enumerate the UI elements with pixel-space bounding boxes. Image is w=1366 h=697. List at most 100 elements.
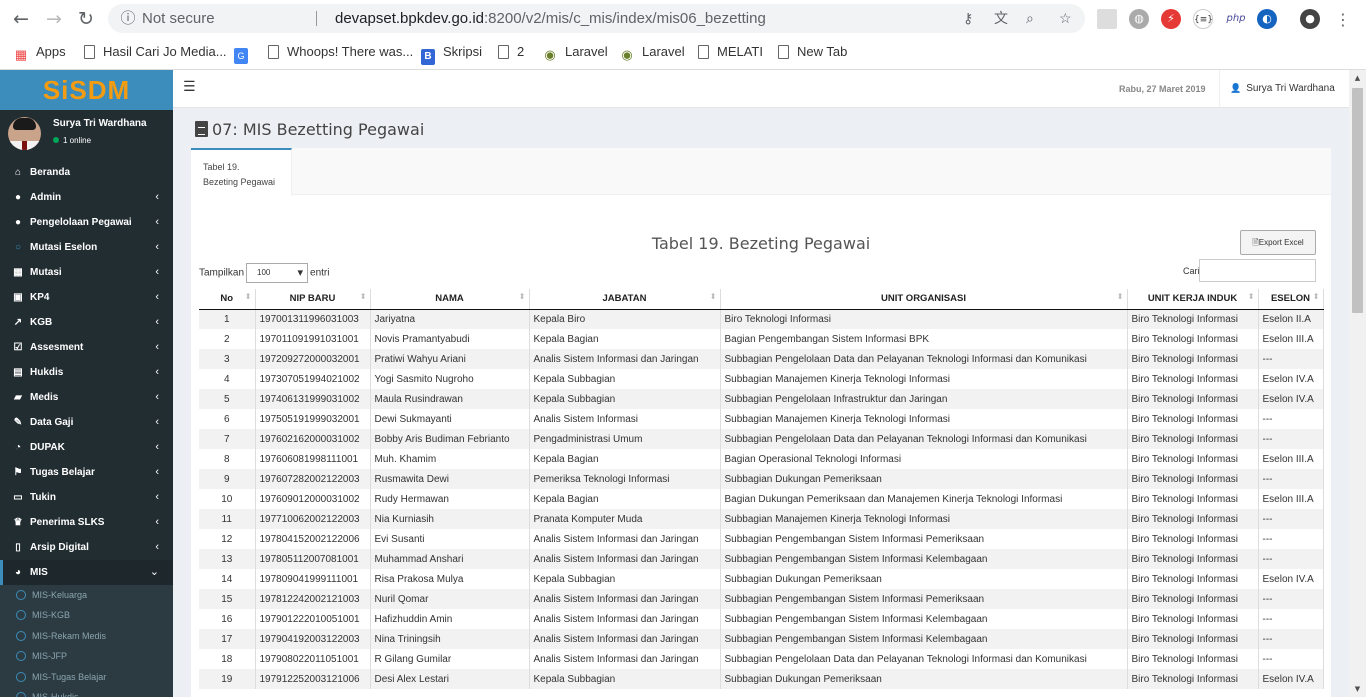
sidebar-item-kgb[interactable]: ↗ KGB ‹: [0, 310, 173, 335]
table-cell: Biro Teknologi Informasi: [1127, 489, 1259, 509]
chevron-left-icon: ‹: [155, 266, 159, 278]
table-cell: Hafizhuddin Amin: [370, 609, 530, 629]
hamburger-menu-icon[interactable]: ☰: [183, 79, 196, 95]
export-excel-button[interactable]: 🗎Export Excel: [1240, 230, 1316, 255]
sidebar-item-label: Hukdis: [30, 367, 64, 378]
bolt-extension-icon[interactable]: ⚡: [1161, 9, 1181, 29]
column-header[interactable]: No: [199, 289, 256, 310]
bookmark-apps[interactable]: ▦ Apps: [14, 42, 66, 62]
circle-outline-icon: [16, 590, 26, 600]
scroll-up-icon[interactable]: ▲: [1349, 70, 1366, 86]
chevron-left-icon: ‹: [155, 366, 159, 378]
sidebar-item-mutasi[interactable]: ▦ Mutasi ‹: [0, 260, 173, 285]
bookmark-new-tab[interactable]: New Tab: [778, 42, 847, 62]
profile-avatar-icon[interactable]: ●: [1300, 9, 1320, 29]
table-cell: Rudy Hermawan: [370, 489, 530, 509]
back-arrow-icon[interactable]: ←: [8, 6, 34, 32]
tab-bezeting-pegawai[interactable]: Tabel 19. Bezeting Pegawai: [191, 148, 292, 196]
table-row: 8 197606081998111001 Muh. Khamim Kepala Bag…: [199, 449, 1324, 469]
navbar-user-menu[interactable]: 👤 Surya Tri Wardhana: [1230, 83, 1335, 94]
table-cell: Analis Sistem Informasi dan Jaringan: [529, 609, 721, 629]
money-icon: ▭: [13, 492, 23, 503]
bookmark-whoops[interactable]: Whoops! There was...: [268, 42, 413, 62]
table-cell: Eselon II.A: [1258, 309, 1324, 329]
sidebar-item-kp4[interactable]: ▣ KP4 ‹: [0, 285, 173, 310]
key-icon[interactable]: ⚷: [963, 4, 973, 33]
sidebar-item-medis[interactable]: ▰ Medis ‹: [0, 385, 173, 410]
bookmark-laravel-2[interactable]: ◉ Laravel: [620, 42, 684, 62]
app-logo[interactable]: SiSDM: [0, 70, 173, 110]
sidebar-item-arsip-digital[interactable]: ▯ Arsip Digital ‹: [0, 535, 173, 560]
table-cell: ---: [1258, 469, 1324, 489]
sidebar-item-beranda[interactable]: ⌂ Beranda: [0, 160, 173, 185]
column-header[interactable]: NIP BARU: [255, 289, 371, 310]
info-icon[interactable]: ⓘ: [118, 4, 138, 33]
browser-menu-icon[interactable]: ⋮: [1330, 6, 1356, 32]
bookmark-2[interactable]: 2: [498, 42, 524, 62]
table-cell: 13: [199, 549, 256, 569]
php-extension-icon[interactable]: php: [1224, 9, 1248, 29]
sidebar-item-dupak[interactable]: ◔ DUPAK ‹: [0, 435, 173, 460]
table-cell: 16: [199, 609, 256, 629]
sidebar-subitem-mis-jfp[interactable]: MIS-JFP: [0, 646, 173, 666]
table-cell: Subbagian Pengelolaan Data dan Pelayanan…: [720, 649, 1128, 669]
table-cell: Biro Teknologi Informasi: [1127, 549, 1259, 569]
sidebar-item-mutasi-eselon[interactable]: ○ Mutasi Eselon ‹: [0, 235, 173, 260]
extension-icon[interactable]: [1097, 9, 1117, 29]
column-header[interactable]: UNIT KERJA INDUK: [1127, 289, 1259, 310]
sidebar-item-assesment[interactable]: ☑ Assesment ‹: [0, 335, 173, 360]
column-header[interactable]: NAMA: [370, 289, 530, 310]
translate-icon[interactable]: 文: [994, 4, 1008, 33]
address-bar[interactable]: ⓘ Not secure devapset.bpkdev.go.id:8200/…: [108, 4, 1085, 33]
bookmark-melati[interactable]: MELATI: [698, 42, 763, 62]
sidebar-subitem-mis-keluarga[interactable]: MIS-Keluarga: [0, 585, 173, 605]
sidebar-item-mis[interactable]: ◕ MIS ⌄: [0, 560, 173, 585]
reload-icon[interactable]: ↻: [73, 6, 99, 32]
scroll-down-icon[interactable]: ▼: [1349, 681, 1366, 697]
bookmark-hasil-cari[interactable]: Hasil Cari Jo Media...: [84, 42, 227, 62]
sidebar-item-penerima-slks[interactable]: ♛ Penerima SLKS ‹: [0, 510, 173, 535]
star-icon[interactable]: ☆: [1059, 4, 1072, 33]
table-row: 7 197602162000031002 Bobby Aris Budiman Fe…: [199, 429, 1324, 449]
globe-extension-icon[interactable]: ◍: [1129, 9, 1149, 29]
sidebar-subitem-mis-hukdis[interactable]: MIS-Hukdis: [0, 687, 173, 697]
column-header[interactable]: ESELON: [1258, 289, 1324, 310]
sidebar-subitem-mis-rekam-medis[interactable]: MIS-Rekam Medis: [0, 626, 173, 646]
table-cell: Subbagian Pengelolaan Infrastruktur dan …: [720, 389, 1128, 409]
chevron-left-icon: ‹: [155, 316, 159, 328]
bookmark-skripsi[interactable]: B Skripsi: [421, 42, 482, 65]
column-header[interactable]: UNIT ORGANISASI: [720, 289, 1128, 310]
current-date: Rabu, 27 Maret 2019: [1119, 84, 1206, 94]
url-text[interactable]: devapset.bpkdev.go.id:8200/v2/mis/c_mis/…: [335, 4, 766, 33]
table-cell: Kepala Bagian: [529, 449, 721, 469]
table-cell: Biro Teknologi Informasi: [1127, 409, 1259, 429]
sidebar-subitem-mis-kgb[interactable]: MIS-KGB: [0, 605, 173, 625]
forward-arrow-icon[interactable]: →: [41, 6, 67, 32]
bookmark-translate[interactable]: G: [234, 42, 256, 64]
circle-icon: ●: [14, 192, 22, 203]
scrollbar-thumb[interactable]: [1352, 88, 1363, 313]
bookmark-laravel-1[interactable]: ◉ Laravel: [543, 42, 607, 62]
search-input[interactable]: [1199, 259, 1316, 282]
table-row: 11 197710062002122003 Nia Kurniasih Pranata…: [199, 509, 1324, 529]
table-cell: Pratiwi Wahyu Ariani: [370, 349, 530, 369]
entries-select[interactable]: 100: [246, 263, 309, 283]
sidebar-item-hukdis[interactable]: ▤ Hukdis ‹: [0, 360, 173, 385]
table-cell: Biro Teknologi Informasi: [720, 309, 1128, 329]
sidebar-subitem-mis-tugas-belajar[interactable]: MIS-Tugas Belajar: [0, 667, 173, 687]
page-scrollbar[interactable]: ▲ ▼: [1349, 70, 1366, 697]
table-cell: Bobby Aris Budiman Febrianto: [370, 429, 530, 449]
column-header[interactable]: JABATAN: [529, 289, 721, 310]
table-cell: Kepala Subbagian: [529, 669, 721, 689]
table-cell: 197809041999111001: [255, 569, 371, 589]
speed-extension-icon[interactable]: ◐: [1257, 9, 1277, 29]
json-extension-icon[interactable]: {≡}: [1193, 9, 1213, 29]
file-icon: ▯: [15, 542, 21, 553]
table-cell: Subbagian Manajemen Kinerja Teknologi In…: [720, 369, 1128, 389]
sidebar-item-tugas-belajar[interactable]: ⚑ Tugas Belajar ‹: [0, 460, 173, 485]
zoom-icon[interactable]: ⌕: [1026, 4, 1034, 33]
sidebar-item-pengelolaan-pegawai[interactable]: ● Pengelolaan Pegawai ‹: [0, 210, 173, 235]
sidebar-item-admin[interactable]: ● Admin ‹: [0, 185, 173, 210]
sidebar-item-data-gaji[interactable]: ✎ Data Gaji ‹: [0, 410, 173, 435]
sidebar-item-tukin[interactable]: ▭ Tukin ‹: [0, 485, 173, 510]
